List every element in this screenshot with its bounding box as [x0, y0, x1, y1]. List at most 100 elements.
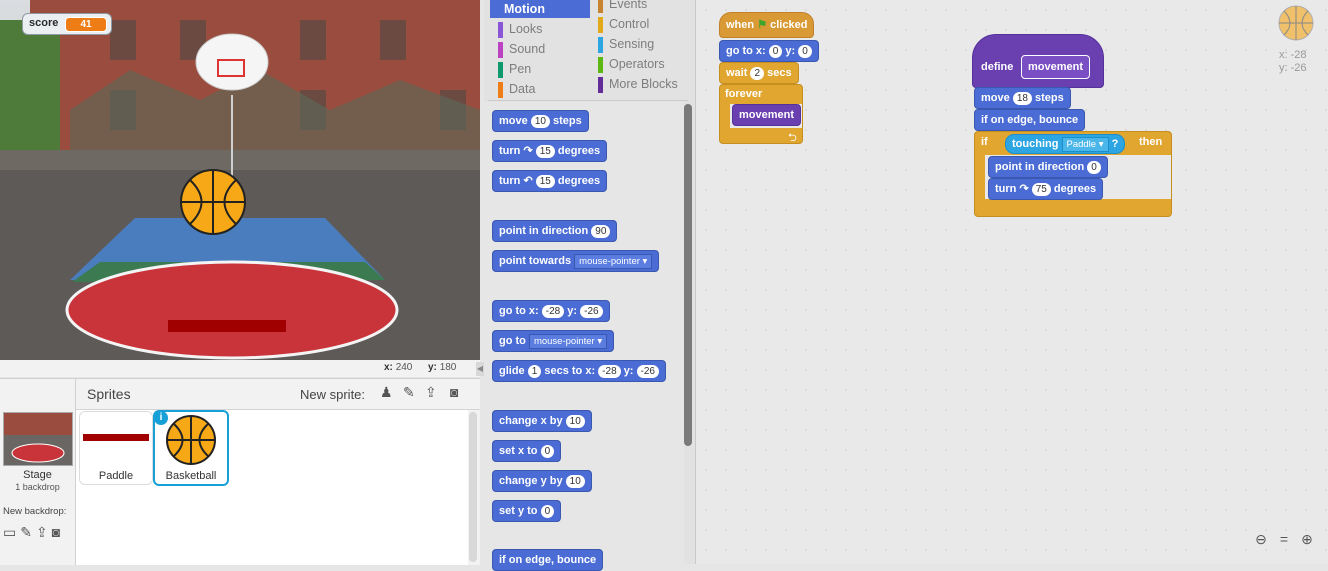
block-turn-right[interactable]: turn ↷ 15 degrees: [492, 140, 608, 162]
sprite-y-readout: y: -26: [1279, 62, 1307, 74]
block-change-y[interactable]: change y by 10: [492, 470, 592, 492]
category-label: Control: [609, 17, 650, 31]
mouse-x-label: x:: [384, 362, 393, 373]
block-point-towards[interactable]: point towards mouse-pointer ▾: [492, 250, 660, 272]
sprite-pane: Stage 1 backdrop New backdrop: ▭ ✎ ⇪ ◙ S…: [0, 378, 480, 565]
sprite-list-scrollbar[interactable]: [469, 412, 477, 562]
stage[interactable]: score 41: [0, 0, 480, 360]
palette-blocks: move 10 steps turn ↷ 15 degrees turn ↶ 1…: [484, 102, 684, 571]
block-point-in-direction[interactable]: point in direction 90: [492, 220, 618, 242]
block-set-x[interactable]: set x to 0: [492, 440, 562, 462]
category-looks[interactable]: Looks: [490, 20, 590, 38]
category-label: Operators: [609, 57, 665, 71]
stage-thumbnail[interactable]: [3, 412, 73, 466]
category-control[interactable]: Control: [590, 15, 695, 33]
block-set-y[interactable]: set y to 0: [492, 500, 562, 522]
category-label: Pen: [509, 62, 532, 76]
mouse-y-value: 180: [439, 362, 457, 373]
upload-icon[interactable]: ⇪: [36, 524, 48, 540]
category-sensing[interactable]: Sensing: [590, 35, 695, 53]
category-data[interactable]: Data: [490, 80, 590, 98]
category-label: Looks: [509, 22, 543, 36]
block-palette: Motion Looks Sound Pen Data Events Contr…: [476, 0, 695, 571]
score-label: score: [29, 17, 59, 29]
category-label: Events: [609, 0, 648, 11]
paddle-costume: [83, 434, 149, 441]
loop-arrow-icon: ⮌: [788, 132, 797, 144]
category-sound[interactable]: Sound: [490, 40, 590, 58]
block-go-to-xy[interactable]: go to x: 0 y: 0: [719, 40, 819, 62]
sprites-title: Sprites: [87, 386, 131, 402]
sprite-library-icon[interactable]: ♟: [380, 384, 393, 401]
category-more-blocks[interactable]: More Blocks: [590, 75, 695, 93]
category-label: Sound: [509, 42, 546, 56]
block-change-x[interactable]: change x by 10: [492, 410, 592, 432]
sprite-name: Basketball: [165, 470, 217, 482]
block-point-in-direction[interactable]: point in direction 0: [988, 156, 1108, 178]
then-label: then: [1139, 136, 1163, 148]
zoom-reset-icon[interactable]: =: [1275, 530, 1293, 548]
category-label: More Blocks: [609, 77, 678, 91]
upload-sprite-icon[interactable]: ⇪: [425, 384, 437, 401]
block-touching[interactable]: touching Paddle ▾ ?: [1005, 134, 1126, 154]
current-sprite-thumbnail: [1278, 5, 1314, 41]
category-label: Motion: [504, 2, 545, 16]
stage-backdrop: [0, 0, 480, 360]
block-glide[interactable]: glide 1 secs to x: -28 y: -26: [492, 360, 666, 382]
paddle-sprite: [168, 320, 286, 332]
block-wait-secs[interactable]: wait 2 secs: [719, 62, 799, 84]
stage-column: Stage 1 backdrop New backdrop: ▭ ✎ ⇪ ◙: [0, 379, 76, 565]
new-sprite-label: New sprite:: [300, 387, 366, 402]
block-call-movement[interactable]: movement: [732, 104, 802, 126]
sprite-list: Paddle Basketball i: [76, 410, 468, 565]
zoom-in-icon[interactable]: ⊕: [1298, 530, 1316, 548]
category-motion[interactable]: Motion: [490, 0, 590, 18]
block-define[interactable]: define movement: [972, 34, 1104, 88]
category-label: Sensing: [609, 37, 655, 51]
sprite-thumb-paddle[interactable]: Paddle: [79, 411, 153, 485]
sprite-name: Paddle: [98, 470, 134, 482]
mouse-x-value: 240: [395, 362, 413, 373]
stage-coordinates: x: 240 y: 180: [0, 360, 480, 377]
block-turn-right[interactable]: turn ↷ 75 degrees: [988, 178, 1104, 200]
category-label: Data: [509, 82, 536, 96]
turn-ccw-icon: ↶: [523, 175, 533, 187]
turn-cw-icon: ↷: [1019, 183, 1029, 195]
stage-name: Stage: [23, 469, 52, 481]
palette-scrollbar[interactable]: [684, 104, 692, 446]
block-turn-left[interactable]: turn ↶ 15 degrees: [492, 170, 608, 192]
category-events[interactable]: Events: [590, 0, 695, 13]
define-label: define: [981, 61, 1014, 73]
green-flag-icon: ⚑: [757, 19, 768, 31]
stage-backdrop-count: 1 backdrop: [15, 482, 60, 492]
new-backdrop-label: New backdrop:: [3, 506, 67, 517]
camera-sprite-icon[interactable]: ◙: [450, 384, 458, 400]
score-monitor[interactable]: score 41: [22, 13, 112, 35]
sprite-x-readout: x: -28: [1279, 49, 1307, 61]
category-operators[interactable]: Operators: [590, 55, 695, 73]
category-pen[interactable]: Pen: [490, 60, 590, 78]
define-name: movement: [1021, 55, 1091, 79]
block-if-on-edge-bounce[interactable]: if on edge, bounce: [492, 549, 604, 571]
block-move-steps[interactable]: move 10 steps: [492, 110, 589, 132]
score-value: 41: [65, 17, 107, 32]
paint-brush-icon[interactable]: ✎: [20, 524, 32, 540]
backdrop-library-icon[interactable]: ▭: [3, 524, 16, 540]
scripts-area[interactable]: when ⚑ clicked go to x: 0 y: 0 wait 2 se…: [695, 0, 1328, 564]
collapse-arrow-icon[interactable]: ◀: [476, 362, 484, 376]
info-icon[interactable]: i: [154, 411, 168, 425]
mouse-y-label: y:: [428, 362, 437, 373]
paint-sprite-icon[interactable]: ✎: [403, 384, 415, 401]
if-label: if: [981, 136, 988, 148]
block-when-flag-clicked[interactable]: when ⚑ clicked: [719, 12, 815, 38]
block-move-steps[interactable]: move 18 steps: [974, 87, 1071, 109]
zoom-out-icon[interactable]: ⊖: [1252, 530, 1270, 548]
block-go-to-xy[interactable]: go to x: -28 y: -26: [492, 300, 610, 322]
camera-icon[interactable]: ◙: [52, 524, 60, 540]
block-if-on-edge-bounce[interactable]: if on edge, bounce: [974, 109, 1086, 131]
forever-label: forever: [725, 88, 763, 100]
category-column-left: Motion Looks Sound Pen Data: [490, 0, 590, 98]
sprites-header: Sprites New sprite: ♟ ✎ ⇪ ◙: [76, 379, 480, 410]
block-go-to[interactable]: go to mouse-pointer ▾: [492, 330, 615, 352]
sprite-thumb-basketball[interactable]: Basketball i: [153, 410, 229, 486]
